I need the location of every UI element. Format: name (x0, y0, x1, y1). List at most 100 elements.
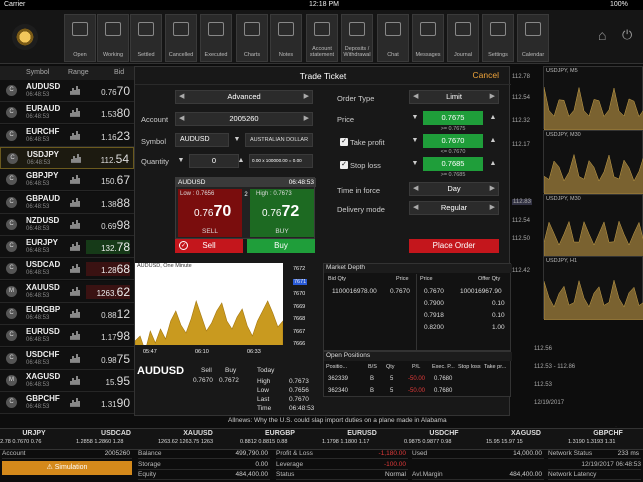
tp-decrease-icon[interactable]: ▼ (409, 134, 421, 148)
chat-icon (385, 22, 401, 36)
range-chart-icon (70, 108, 80, 118)
right-lower-value: 12/19/2017 (534, 400, 565, 406)
toolbar-cancelled-button[interactable]: Cancelled (165, 14, 197, 62)
status-cell: Status Normal (276, 471, 408, 480)
sl-decrease-icon[interactable]: ▼ (409, 157, 421, 171)
toolbar-journal-button[interactable]: Journal (447, 14, 479, 62)
watchlist-row[interactable]: C NZDUSD 06:48:53 0.6998 (0, 213, 134, 236)
price-chart[interactable]: AUDUSD, One Minute (134, 263, 319, 360)
ticker-item[interactable]: XAUUSD 1263.62 1263.75 1263 (158, 430, 238, 445)
toolbar-settings-button[interactable]: Settings (482, 14, 514, 62)
take-profit-checkbox[interactable]: ✓ (340, 138, 348, 146)
right-lower-value: 112.53 - 112.86 (534, 364, 576, 370)
sl-increase-icon[interactable]: ▲ (487, 157, 499, 171)
col-symbol: Symbol (26, 69, 50, 76)
chart-x-tick: 06:10 (195, 349, 209, 355)
watchlist-row[interactable]: C EURGBP 06:48:53 0.8812 (0, 303, 134, 325)
charts-icon (244, 22, 260, 36)
range-chart-icon (70, 242, 80, 252)
watchlist-row[interactable]: C EURAUD 06:48:53 1.5380 (0, 102, 134, 125)
mini-chart-m30-b[interactable]: USDJPY, M30 (543, 194, 643, 258)
mini-chart-m5[interactable]: USDJPY, M5 (543, 66, 643, 130)
avl-margin-cell: Avl.Margin 484,400.00 (412, 471, 544, 480)
watchlist-row[interactable]: C GBPJPY 06:48:53 150.67 (0, 169, 134, 192)
pos-col-sl: Stop loss (458, 364, 481, 370)
watchlist-row[interactable]: C EURCHF 06:48:53 1.1623 (0, 124, 134, 147)
mode-selector[interactable]: ◀ Advanced ▶ (175, 90, 313, 104)
chevron-left-icon: ◀ (413, 185, 419, 192)
quote-buy-tile[interactable]: High : 0.7673 0.7672 BUY (250, 189, 314, 237)
price-increase-icon[interactable]: ▲ (487, 111, 499, 125)
toolbar-settled-button[interactable]: Settled (130, 14, 162, 62)
watchlist-row[interactable]: M XAGUSD 06:48:53 15.95 (0, 369, 134, 392)
simulation-button[interactable]: ⚠ Simulation (2, 461, 132, 475)
price-input[interactable]: 0.7675 (423, 111, 483, 125)
tp-increase-icon[interactable]: ▲ (487, 134, 499, 148)
take-profit-constraint: <= 0.7670 (440, 149, 466, 155)
ticker-item[interactable]: URJPY132.78 0.7670 0.76 (0, 430, 74, 445)
network-status-cell: Network Status 233 ms (548, 450, 641, 459)
ticker-item[interactable]: XAGUSD 15.95 15.97 15 (486, 430, 566, 445)
toolbar-executed-button[interactable]: Executed (200, 14, 232, 62)
symbol-field[interactable]: AUDUSD (175, 133, 229, 147)
quote-time: 06:48:53 (26, 92, 50, 98)
bid-price: 132.78 (86, 240, 130, 255)
power-icon[interactable]: ⏻ (622, 28, 636, 42)
order-type-selector[interactable]: ◀ Limit ▶ (409, 90, 499, 104)
toolbar-open-button[interactable]: Open (64, 14, 96, 62)
news-ticker[interactable]: Allnews: Why the U.S. could slap import … (134, 416, 643, 426)
cancel-button[interactable]: Cancel (473, 70, 499, 80)
info-time-label: Time (257, 405, 272, 412)
watchlist-row[interactable]: C USDJPY 06:48:53 112.54 (0, 146, 134, 169)
toolbar-notes-button[interactable]: Notes (270, 14, 302, 62)
right-axis-label: 112.17 (512, 142, 530, 148)
toolbar-charts-button[interactable]: Charts (236, 14, 268, 62)
watchlist-row[interactable]: C GBPCHF 06:48:53 1.3190 (0, 392, 134, 415)
app-logo-icon (12, 24, 38, 50)
mini-chart-h1[interactable]: USDJPY, H1 (543, 256, 643, 320)
watchlist-row[interactable]: C AUDUSD 06:48:53 0.7670 (0, 80, 134, 102)
buy-button[interactable]: Buy (247, 239, 315, 253)
quote-time: 06:48:53 (26, 404, 50, 411)
ticker-item[interactable]: USDCAD 1.2858 1.2860 1.28 (76, 430, 156, 445)
toolbar-deposits-button[interactable]: Deposits / Withdrawal (341, 14, 373, 62)
watchlist-row[interactable]: C EURUSD 06:48:53 1.1798 (0, 325, 134, 348)
quantity-input[interactable]: 0 (189, 154, 239, 168)
watchlist-row[interactable]: C EURJPY 06:48:53 132.78 (0, 236, 134, 259)
symbol-dropdown-icon[interactable]: ▼ (231, 133, 243, 147)
stop-loss-checkbox[interactable]: ✓ (340, 161, 348, 169)
symbol-name: GBPCHF (26, 394, 60, 404)
toolbar-messages-button[interactable]: Messages (412, 14, 444, 62)
price-decrease-icon[interactable]: ▼ (409, 111, 421, 125)
watchlist-row[interactable]: C USDCHF 06:48:53 0.9875 (0, 347, 134, 370)
dialog-title: Trade Ticket (135, 67, 511, 85)
home-icon[interactable]: ⌂ (598, 28, 612, 42)
watchlist-row[interactable]: M XAUUSD 06:48:53 1263.62 (0, 280, 134, 303)
watchlist-row[interactable]: C USDCAD 06:48:53 1.2868 (0, 258, 134, 281)
time-in-force-label: Time in force (337, 186, 381, 195)
ticker-item[interactable]: EURGBP 0.8812 0.8815 0.88 (240, 430, 320, 445)
sell-button[interactable]: ✓ Sell (175, 239, 243, 253)
quantity-increase-icon[interactable]: ▲ (235, 154, 247, 168)
delivery-mode-selector[interactable]: ◀ Regular ▶ (409, 201, 499, 215)
toolbar-account-statement-button[interactable]: Account statement (306, 14, 338, 62)
quantity-decrease-icon[interactable]: ▼ (175, 154, 187, 168)
place-order-button[interactable]: Place Order (409, 239, 499, 253)
time-in-force-selector[interactable]: ◀ Day ▶ (409, 182, 499, 196)
bid-price: 1.3190 (101, 396, 130, 411)
watchlist-row[interactable]: C GBPAUD 06:48:53 1.3888 (0, 191, 134, 214)
toolbar-working-button[interactable]: Working (97, 14, 129, 62)
quote-sell-tile[interactable]: Low : 0.7656 0.7670 SELL (178, 189, 242, 237)
ticker-item[interactable]: EURUSD 1.1798 1.1800 1.17 (322, 430, 402, 445)
take-profit-input[interactable]: 0.7670 (423, 134, 483, 148)
toolbar-calendar-button[interactable]: Calendar (517, 14, 549, 62)
toolbar-chat-button[interactable]: Chat (377, 14, 409, 62)
range-chart-icon (70, 309, 80, 318)
ticker-item[interactable]: USDCHF 0.9875 0.9877 0.98 (404, 430, 484, 445)
depth-divider (416, 274, 417, 352)
ticker-item[interactable]: GBPCHF 1.3190 1.3193 1.31 (568, 430, 643, 445)
stop-loss-input[interactable]: 0.7685 (423, 157, 483, 171)
account-selector[interactable]: ◀ 2005260 ▶ (175, 112, 313, 126)
mini-chart-m30-a[interactable]: USDJPY, M30 (543, 130, 643, 194)
market-type-badge: C (6, 218, 17, 230)
